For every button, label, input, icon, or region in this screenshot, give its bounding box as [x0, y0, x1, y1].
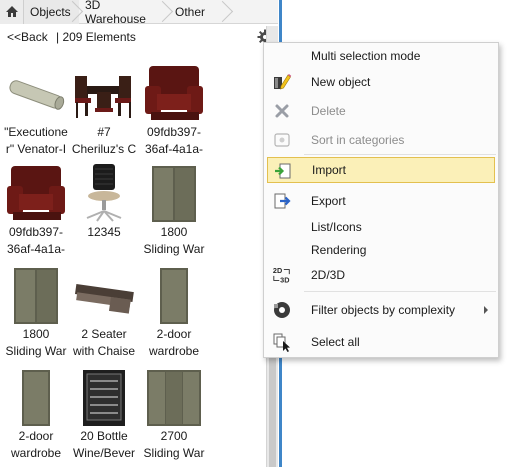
- menu-item-delete[interactable]: Delete: [264, 98, 498, 124]
- object-name-line2: Wine/Bever: [72, 446, 136, 460]
- object-tile[interactable]: 20 Bottle Wine/Bever: [68, 368, 140, 462]
- object-tile[interactable]: 1800 Sliding War: [0, 266, 72, 360]
- menu-item-sort-categories[interactable]: Sort in categories: [264, 127, 498, 153]
- object-tile[interactable]: 2-door wardrobe: [0, 368, 72, 462]
- menu-item-new-object[interactable]: New object: [264, 69, 498, 95]
- export-icon: [272, 191, 292, 211]
- object-name-line2: wardrobe: [148, 344, 200, 358]
- object-name-line1: 2700: [160, 429, 188, 443]
- object-name-line1: 09fdb397-: [8, 225, 64, 239]
- pencil-object-icon: [272, 72, 292, 92]
- object-name-line2: Cheriluz's C: [71, 142, 137, 156]
- menu-item-label: Export: [311, 194, 346, 208]
- menu-item-label: Multi selection mode: [311, 49, 421, 63]
- svg-text:2D: 2D: [273, 266, 282, 275]
- armchair-thumbnail: [145, 66, 203, 120]
- object-name-line2: r" Venator-I: [5, 142, 67, 156]
- home-icon: [5, 6, 18, 17]
- armchair-thumbnail: [7, 166, 65, 220]
- filter-complexity-icon: [272, 300, 292, 320]
- sort-categories-icon: [272, 130, 292, 150]
- dining-set-thumbnail: [75, 76, 131, 118]
- wine-cooler-thumbnail: [83, 370, 125, 426]
- wardrobe-thumbnail: [14, 268, 58, 324]
- breadcrumb-other[interactable]: Other: [169, 0, 229, 24]
- menu-item-label: 2D/3D: [311, 268, 346, 282]
- object-grid: "Executione r" Venator-I #7 Cheriluz's C: [0, 56, 265, 467]
- object-tile[interactable]: 12345: [68, 164, 140, 241]
- menu-item-label: Delete: [311, 104, 346, 118]
- object-name-line1: 2-door: [156, 327, 192, 341]
- menu-item-label: Select all: [311, 335, 360, 349]
- object-tile[interactable]: "Executione r" Venator-I: [0, 64, 72, 158]
- object-tile[interactable]: 2700 Sliding War: [138, 368, 210, 462]
- menu-item-label: Rendering: [311, 243, 367, 257]
- select-all-icon: [272, 332, 292, 352]
- cylinder-object-thumbnail: [9, 80, 65, 110]
- menu-item-label: Filter objects by complexity: [311, 303, 456, 317]
- breadcrumb-label: Objects: [30, 4, 71, 19]
- delete-x-icon: [272, 101, 292, 121]
- wardrobe-thumbnail: [160, 268, 188, 324]
- menu-item-multi-selection[interactable]: Multi selection mode: [264, 43, 498, 69]
- import-icon: [273, 161, 293, 181]
- menu-item-filter-complexity[interactable]: Filter objects by complexity: [264, 297, 498, 323]
- menu-item-label: Sort in categories: [311, 133, 405, 147]
- object-tile[interactable]: #7 Cheriluz's C: [68, 64, 140, 158]
- object-name-line1: 1800: [22, 327, 50, 341]
- object-tile[interactable]: 1800 Sliding War: [138, 164, 210, 258]
- back-link[interactable]: <<Back: [7, 30, 48, 44]
- wardrobe-thumbnail: [152, 166, 196, 222]
- svg-text:3D: 3D: [280, 275, 289, 284]
- object-name-line1: 2 Seater: [81, 327, 127, 341]
- object-name-line1: 09fdb397-: [146, 125, 202, 139]
- element-count: | 209 Elements: [56, 30, 136, 44]
- object-tile[interactable]: 2 Seater with Chaise: [68, 266, 140, 360]
- menu-item-export[interactable]: Export: [264, 188, 498, 214]
- wardrobe-thumbnail: [147, 370, 201, 426]
- object-name-line2: Sliding War: [143, 446, 205, 460]
- wardrobe-thumbnail: [22, 370, 50, 426]
- menu-item-select-all[interactable]: Select all: [264, 329, 498, 355]
- object-tile[interactable]: 09fdb397- 36af-4a1a-: [138, 64, 210, 158]
- menu-item-rendering[interactable]: Rendering: [264, 237, 498, 263]
- object-name-line1: #7: [97, 125, 111, 139]
- context-menu: Multi selection mode New object Delete S…: [263, 42, 499, 358]
- menu-item-2d-3d[interactable]: 2D 3D 2D/3D: [264, 262, 498, 288]
- breadcrumb-label: 3D Warehouse: [85, 0, 146, 26]
- menu-separator: [304, 291, 496, 292]
- office-chair-thumbnail: [86, 164, 122, 222]
- object-name-line1: "Executione: [4, 125, 68, 139]
- object-name-line1: 12345: [87, 225, 121, 239]
- breadcrumb: Objects 3D Warehouse Other: [0, 0, 278, 26]
- sofa-thumbnail: [75, 284, 134, 314]
- menu-item-import[interactable]: Import: [267, 157, 495, 183]
- menu-separator: [304, 154, 496, 155]
- object-name-line2: wardrobe: [10, 446, 62, 460]
- object-name-line1: 2-door: [18, 429, 54, 443]
- menu-item-label: Import: [312, 163, 347, 177]
- object-name-line1: 1800: [160, 225, 188, 239]
- object-name-line2: Sliding War: [143, 242, 205, 256]
- object-name-line1: 20 Bottle: [80, 429, 128, 443]
- object-tile[interactable]: 2-door wardrobe: [138, 266, 210, 360]
- list-toolbar: <<Back | 209 Elements: [0, 26, 278, 50]
- object-name-line2: 36af-4a1a-: [144, 142, 204, 156]
- object-name-line2: Sliding War: [5, 344, 67, 358]
- object-tile[interactable]: 09fdb397- 36af-4a1a-: [0, 164, 72, 258]
- breadcrumb-label: Other: [175, 4, 206, 19]
- menu-item-label: List/Icons: [311, 220, 362, 234]
- submenu-arrow-icon: [484, 306, 488, 314]
- breadcrumb-3d-warehouse[interactable]: 3D Warehouse: [79, 0, 169, 26]
- breadcrumb-objects[interactable]: Objects: [24, 0, 79, 24]
- 2d-3d-icon: 2D 3D: [272, 265, 292, 285]
- object-name-line2: 36af-4a1a-: [6, 242, 66, 256]
- object-name-line2: with Chaise: [72, 344, 136, 358]
- menu-item-label: New object: [311, 75, 371, 89]
- home-button[interactable]: [0, 0, 24, 24]
